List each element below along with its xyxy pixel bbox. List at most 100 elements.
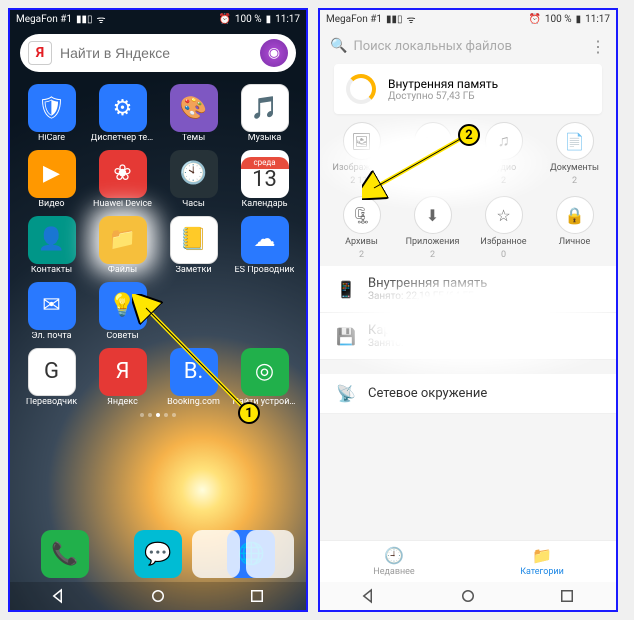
nav-back[interactable] xyxy=(360,587,378,605)
app-icon-19[interactable]: ◎ xyxy=(241,348,289,396)
search-icon: 🔍 xyxy=(330,38,347,54)
app-HiCare[interactable]: 🛡HiCare xyxy=(16,84,87,144)
app-label: Переводчик xyxy=(26,398,77,408)
wifi-icon: ᯤ xyxy=(407,12,416,26)
app-icon-13[interactable]: 💡 xyxy=(99,282,147,330)
app-label: Эл. почта xyxy=(31,332,71,342)
app-Найти устройство[interactable]: ◎Найти устройство xyxy=(229,348,300,408)
category-icon: ♫ xyxy=(485,122,523,160)
category-icon: ⬇ xyxy=(414,196,452,234)
app-Календарь[interactable]: среда 13 Календарь xyxy=(229,150,300,210)
app-Яндекс[interactable]: Я Яндекс xyxy=(87,348,158,408)
nav-recent[interactable] xyxy=(248,587,266,605)
app-label: Контакты xyxy=(31,266,72,276)
app-Huawei Device[interactable]: ❀ Huawei Device xyxy=(87,150,158,210)
internal-storage-card[interactable]: Внутренняя память Доступно 57,43 ГБ xyxy=(334,64,602,114)
yandex-search-bar[interactable]: Я ◉ xyxy=(20,34,296,72)
category-Документы[interactable]: 📄 Документы 2 xyxy=(539,122,610,186)
network-title: Сетевое окружение xyxy=(368,386,487,401)
dock-Телефон[interactable]: 📞 xyxy=(41,530,89,578)
android-nav-bar xyxy=(10,582,306,610)
nav-back[interactable] xyxy=(50,587,68,605)
app-label: Яндекс xyxy=(107,398,138,408)
clock-icon: 🕘 xyxy=(384,546,404,565)
app-icon-1[interactable]: ⚙ xyxy=(99,84,147,132)
app-icon-4[interactable]: ▶ xyxy=(28,150,76,198)
storage-list: 📱 Внутренняя память Занято: 22,19 ГБ/64 … xyxy=(320,266,616,360)
clock-label: 11:17 xyxy=(275,14,300,25)
app-icon-6[interactable]: 🕙 xyxy=(170,150,218,198)
storage-Карта памяти[interactable]: 💾 Карта памяти Занято: 304,74 МБ/15,92 Г… xyxy=(320,313,616,360)
carrier-label: MegaFon #1 xyxy=(16,14,72,25)
app-icon-2[interactable]: 🎨 xyxy=(170,84,218,132)
app-icon-8[interactable]: 👤 xyxy=(28,216,76,264)
app-Темы[interactable]: 🎨Темы xyxy=(158,84,229,144)
app-label: Советы xyxy=(106,332,138,342)
carrier-label: MegaFon #1 xyxy=(326,14,382,25)
app-Часы[interactable]: 🕙Часы xyxy=(158,150,229,210)
files-header: 🔍 Поиск локальных файлов ⋮ xyxy=(320,28,616,64)
app-Контакты[interactable]: 👤 Контакты xyxy=(16,216,87,276)
app-Переводчик[interactable]: G Переводчик xyxy=(16,348,87,408)
app-icon-17[interactable]: Я xyxy=(99,348,147,396)
nav-recent[interactable] xyxy=(558,587,576,605)
page-indicator xyxy=(10,413,306,417)
app-icon-10[interactable]: 📒 xyxy=(170,216,218,264)
status-bar: MegaFon #1 ▮▮▯ ᯤ ⏰ 100 % ▮ 11:17 xyxy=(10,10,306,28)
app-icon-0[interactable]: 🛡 xyxy=(28,84,76,132)
app-icon-5[interactable]: ❀ xyxy=(99,150,147,198)
app-Советы[interactable]: 💡 Советы xyxy=(87,282,158,342)
folder-google[interactable] xyxy=(192,530,240,578)
battery-label: 100 % xyxy=(235,14,262,25)
app-icon-16[interactable]: G xyxy=(28,348,76,396)
app-icon-9[interactable]: 📁 xyxy=(99,216,147,264)
bottom-tabs: 🕘 Недавнее 📁 Категории xyxy=(320,540,616,582)
app-icon-12[interactable]: ✉ xyxy=(28,282,76,330)
app-label: ES Проводник xyxy=(235,266,295,276)
app-grid: 🛡HiCare⚙ Диспетчер телефона🎨Темы🎵 Музыка ▶В… xyxy=(10,78,306,407)
app-Эл. почта[interactable]: ✉ Эл. почта xyxy=(16,282,87,342)
app-label: Музыка xyxy=(248,134,281,144)
battery-icon: ▮ xyxy=(266,14,272,25)
calendar-icon[interactable]: среда 13 xyxy=(241,150,289,198)
tab-recent[interactable]: 🕘 Недавнее xyxy=(320,541,468,582)
category-Архивы[interactable]: 🗜 Архивы 2 xyxy=(326,196,397,260)
battery-label: 100 % xyxy=(545,14,572,25)
storage-ring-icon xyxy=(346,74,376,104)
app-Заметки[interactable]: 📒Заметки xyxy=(158,216,229,276)
clock-label: 11:17 xyxy=(585,14,610,25)
app-Файлы[interactable]: 📁Файлы xyxy=(87,216,158,276)
annotation-1: 1 xyxy=(238,402,260,424)
voice-assistant-button[interactable]: ◉ xyxy=(260,39,288,67)
app-Видео[interactable]: ▶Видео xyxy=(16,150,87,210)
app-Booking.com[interactable]: B. Booking.com xyxy=(158,348,229,408)
app-icon-18[interactable]: B. xyxy=(170,348,218,396)
app-label: Huawei Device xyxy=(93,200,152,210)
category-Личное[interactable]: 🔒 Личное xyxy=(539,196,610,260)
category-Изображения[interactable]: 🖼 Изображения 2 117 xyxy=(326,122,397,186)
files-search[interactable]: 🔍 Поиск локальных файлов xyxy=(330,38,582,54)
tab-categories[interactable]: 📁 Категории xyxy=(468,541,616,582)
category-Избранное[interactable]: ☆ Избранное 0 xyxy=(468,196,539,260)
app-icon-11[interactable]: ☁ xyxy=(241,216,289,264)
overflow-menu[interactable]: ⋮ xyxy=(590,37,606,56)
category-icon: ☆ xyxy=(485,196,523,234)
nav-home[interactable] xyxy=(459,587,477,605)
app-Диспетчер телефона[interactable]: ⚙ Диспетчер телефона xyxy=(87,84,158,144)
app-label: Booking.com xyxy=(167,398,220,408)
search-input[interactable] xyxy=(60,45,252,61)
app-label: Календарь xyxy=(241,200,287,210)
app-Музыка[interactable]: 🎵 Музыка xyxy=(229,84,300,144)
app-icon-3[interactable]: 🎵 xyxy=(241,84,289,132)
app-label: Диспетчер телефона xyxy=(91,134,155,144)
network-item[interactable]: 📡 Сетевое окружение xyxy=(320,374,616,414)
status-bar: MegaFon #1 ▮▮▯ ᯤ ⏰ 100 % ▮ 11:17 xyxy=(320,10,616,28)
category-Приложения[interactable]: ⬇ Приложения 2 xyxy=(397,196,468,260)
folder-tools[interactable] xyxy=(246,530,294,578)
alarm-icon: ⏰ xyxy=(218,14,230,25)
nav-home[interactable] xyxy=(149,587,167,605)
app-ES Проводник[interactable]: ☁ ES Проводник xyxy=(229,216,300,276)
dock-Сообщения[interactable]: 💬 xyxy=(134,530,182,578)
storage-Внутренняя память[interactable]: 📱 Внутренняя память Занято: 22,19 ГБ/64 … xyxy=(320,266,616,313)
storage-title: Внутренняя память xyxy=(388,77,498,91)
